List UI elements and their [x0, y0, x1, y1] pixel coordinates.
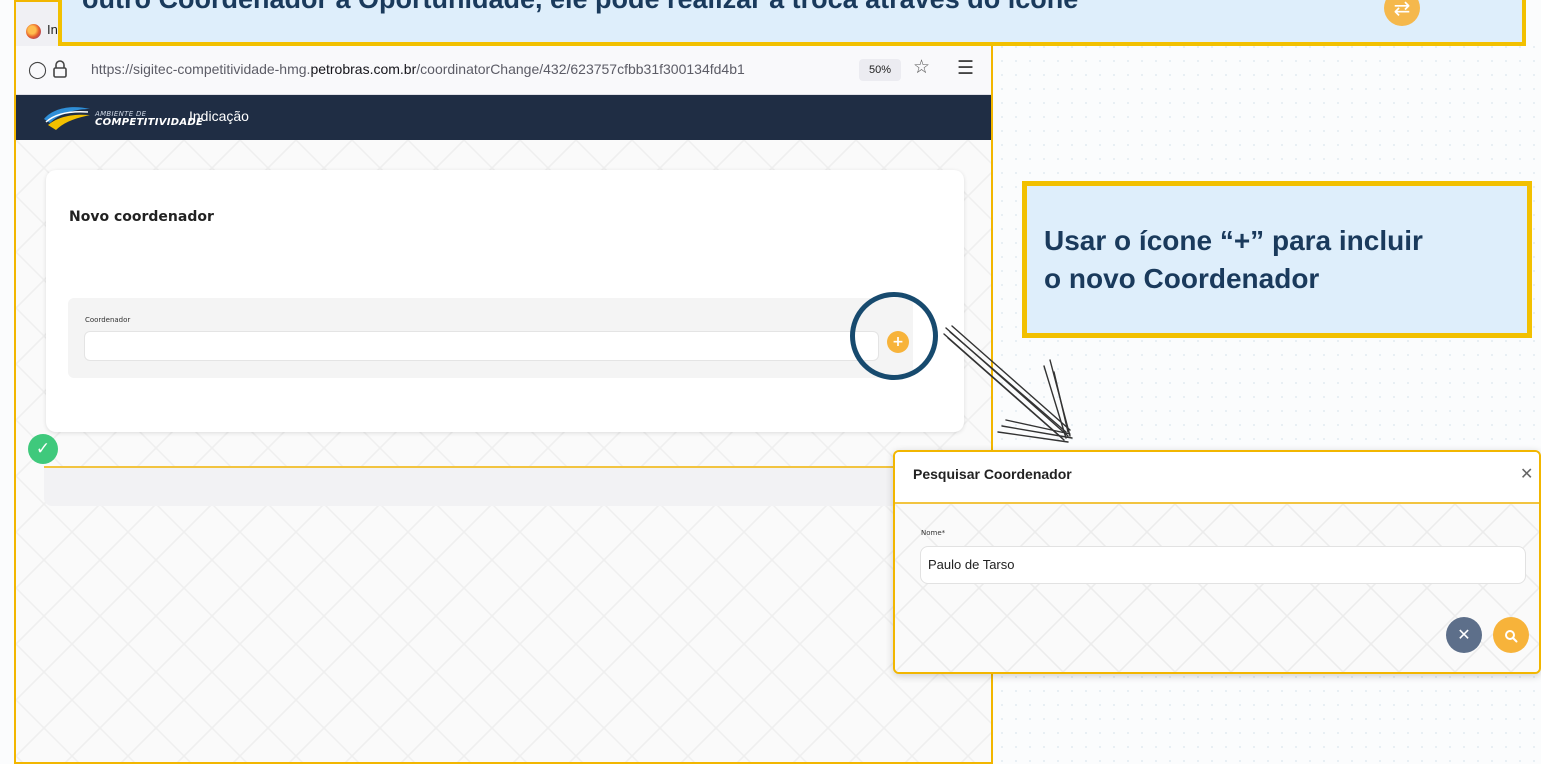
- side-callout-line1: Usar o ícone “+” para incluir: [1044, 225, 1423, 256]
- top-callout: outro Coordenador a Oportunidade, ele po…: [58, 0, 1526, 46]
- highlight-ring: [850, 292, 938, 380]
- cancel-search-button[interactable]: ✕: [1446, 617, 1482, 653]
- swap-coordinator-icon: ⇄: [1384, 0, 1420, 26]
- dialog-title: Pesquisar Coordenador: [913, 466, 1072, 482]
- star-icon[interactable]: ☆: [913, 56, 930, 78]
- close-icon[interactable]: ✕: [1520, 464, 1533, 483]
- side-callout-text: Usar o ícone “+” para incluir o novo Coo…: [1044, 222, 1423, 298]
- url-bar: ◯ https://sigitec-competitividade-hmg.pe…: [16, 46, 991, 95]
- url-domain: petrobras.com.br: [310, 61, 417, 77]
- logo-swoosh-icon: [44, 107, 90, 130]
- dialog-body: Nome* Paulo de Tarso ✕: [895, 504, 1539, 672]
- new-coordinator-card: Novo coordenador Coordenador: [46, 170, 964, 432]
- nav-link-indicacao[interactable]: Indicação: [189, 108, 249, 124]
- side-callout-line2: o novo Coordenador: [1044, 263, 1320, 294]
- coordinator-field-panel: Coordenador: [68, 298, 913, 378]
- hand-drawn-arrow: [943, 325, 1073, 443]
- url-address[interactable]: https://sigitec-competitividade-hmg.petr…: [91, 61, 745, 77]
- top-callout-text: outro Coordenador a Oportunidade, ele po…: [82, 0, 1078, 15]
- name-field-label: Nome*: [921, 529, 946, 537]
- check-icon: ✓: [28, 434, 58, 464]
- lock-icon: [53, 60, 67, 78]
- side-callout: Usar o ícone “+” para incluir o novo Coo…: [1022, 181, 1532, 338]
- footer-bar: [44, 466, 984, 506]
- page-content: Novo coordenador Coordenador + ✓: [16, 140, 991, 762]
- dialog-header: Pesquisar Coordenador ✕: [895, 452, 1539, 504]
- search-icon: [1505, 629, 1518, 642]
- search-button[interactable]: [1493, 617, 1529, 653]
- hamburger-menu-icon[interactable]: ☰: [957, 57, 974, 79]
- coordinator-input[interactable]: [84, 331, 879, 361]
- url-path: /coordinatorChange/432/623757cfbb31f3001…: [416, 61, 745, 77]
- coordinator-field-label: Coordenador: [85, 316, 131, 324]
- name-input[interactable]: Paulo de Tarso: [920, 546, 1526, 584]
- zoom-level-button[interactable]: 50%: [859, 59, 901, 81]
- card-title: Novo coordenador: [69, 209, 214, 225]
- close-icon: ✕: [1457, 625, 1471, 644]
- logo-line2: COMPETITIVIDADE: [95, 117, 204, 128]
- tab-title[interactable]: In: [47, 22, 58, 37]
- search-coordinator-dialog: Pesquisar Coordenador ✕ Nome* Paulo de T…: [893, 450, 1541, 674]
- url-prefix: https://sigitec-competitividade-hmg.: [91, 61, 311, 77]
- shield-icon[interactable]: ◯: [28, 60, 47, 80]
- browser-window: In ◯ https://sigitec-competitividade-hmg…: [14, 0, 993, 764]
- firefox-icon: [26, 24, 41, 39]
- app-navbar: AMBIENTE DE COMPETITIVIDADE Indicação: [16, 95, 991, 140]
